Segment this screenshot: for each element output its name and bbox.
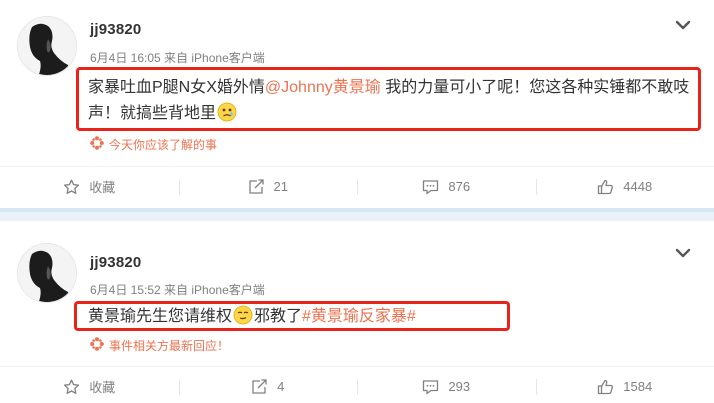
repost-icon — [252, 378, 267, 394]
post-text: 家暴吐血P腿N女X婚外情 — [88, 79, 265, 96]
comment-icon — [423, 379, 439, 394]
like-button[interactable]: 4448 — [535, 167, 714, 206]
star-icon — [64, 379, 80, 394]
repost-count: 4 — [277, 379, 285, 394]
username[interactable]: jj93820 — [90, 254, 141, 271]
notice-icon — [90, 337, 104, 351]
mention-link[interactable]: @Johnny黄景瑜 — [265, 79, 381, 96]
notice-label: 今天你应该了解的事 — [109, 138, 218, 152]
repost-button[interactable]: 4 — [178, 367, 358, 403]
post-text: 黄景瑜先生您请维权 — [88, 308, 233, 325]
post-text: 邪教了 — [254, 308, 303, 325]
like-count: 1584 — [623, 379, 653, 394]
like-button[interactable]: 1584 — [535, 367, 714, 403]
notice-label: 事件相关方最新回应！ — [109, 339, 230, 353]
post-meta: 6月4日 15:52 来自 iPhone客户端 — [90, 283, 265, 297]
chevron-down-icon[interactable] — [674, 246, 692, 260]
post-content: 黄景瑜先生您请维权 邪教了#黄景瑜反家暴# — [88, 304, 518, 330]
username[interactable]: jj93820 — [90, 21, 141, 38]
favorite-button[interactable]: 收藏 — [0, 367, 179, 403]
notice-icon — [90, 136, 104, 150]
comment-icon — [423, 179, 439, 194]
like-icon — [598, 379, 614, 394]
repost-button[interactable]: 21 — [178, 167, 358, 206]
hashtag-link[interactable]: #黄景瑜反家暴# — [302, 308, 416, 325]
comment-button[interactable]: 293 — [357, 367, 536, 403]
chevron-down-icon[interactable] — [674, 18, 692, 32]
avatar[interactable] — [17, 243, 77, 303]
favorite-label: 收藏 — [89, 380, 116, 395]
action-bar: 收藏 4 293 1584 — [0, 366, 714, 403]
post-content: 家暴吐血P腿N女X婚外情@Johnny黄景瑜 我的力量可小了呢！您这各种实锤都不… — [88, 75, 693, 127]
emoji-icon — [217, 102, 237, 122]
favorite-button[interactable]: 收藏 — [0, 167, 179, 206]
notice-link[interactable]: 事件相关方最新回应！ — [90, 337, 229, 354]
comment-button[interactable]: 876 — [357, 167, 536, 206]
like-count: 4448 — [623, 179, 653, 194]
weibo-post-1: jj93820 6月4日 16:05 来自 iPhone客户端 家暴吐血P腿N女… — [0, 0, 714, 208]
repost-count: 21 — [273, 179, 288, 194]
like-icon — [598, 179, 614, 194]
emoji-icon — [233, 305, 253, 325]
action-bar: 收藏 21 876 4448 — [0, 166, 714, 206]
avatar[interactable] — [17, 16, 77, 76]
comment-count: 876 — [448, 179, 471, 194]
notice-link[interactable]: 今天你应该了解的事 — [90, 136, 217, 153]
comment-count: 293 — [448, 379, 471, 394]
weibo-post-2: jj93820 6月4日 15:52 来自 iPhone客户端 黄景瑜先生您请维… — [0, 221, 714, 403]
post-separator — [0, 208, 714, 221]
repost-icon — [248, 178, 264, 194]
star-icon — [64, 179, 80, 194]
post-meta: 6月4日 16:05 来自 iPhone客户端 — [90, 51, 265, 65]
favorite-label: 收藏 — [89, 180, 116, 195]
